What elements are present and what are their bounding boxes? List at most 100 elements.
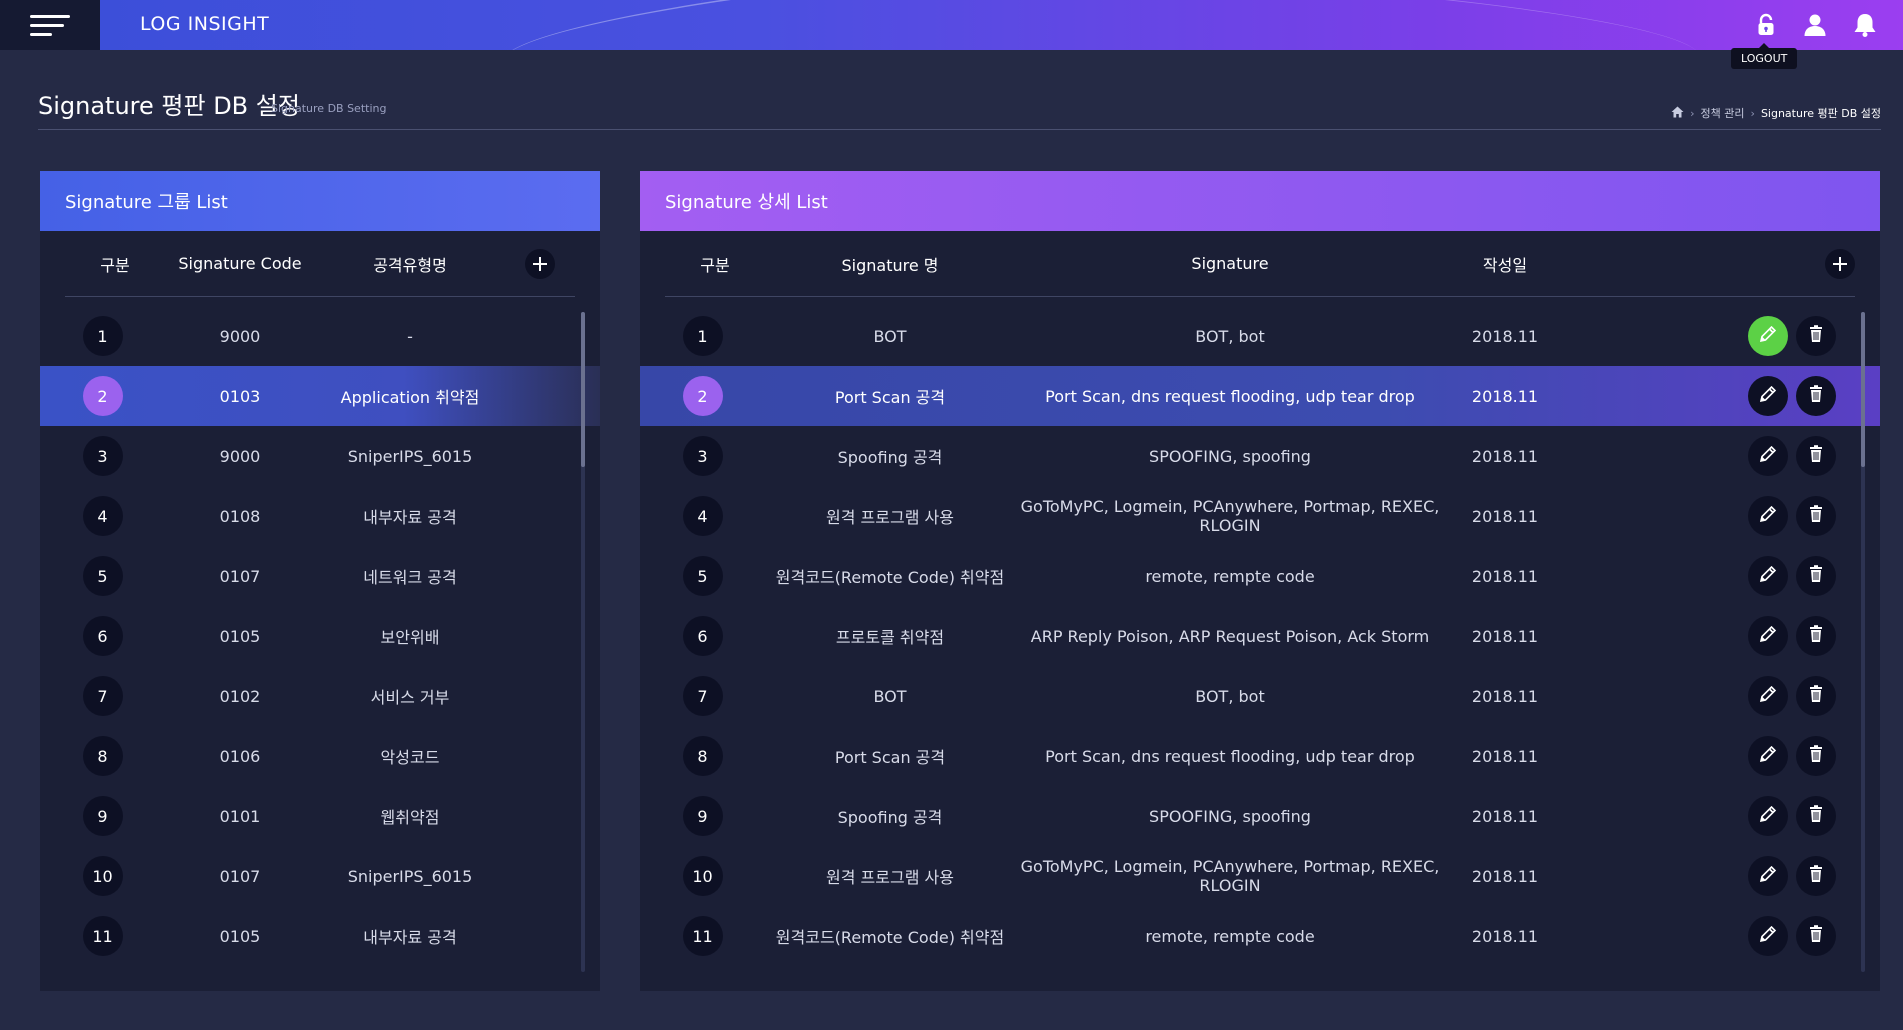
pencil-icon [1758,384,1778,408]
edit-button[interactable] [1748,736,1788,776]
row-number-badge: 9 [682,796,723,836]
created-date-cell: 2018.11 [1471,926,1539,946]
plus-icon [1833,256,1847,271]
delete-button[interactable] [1796,736,1836,776]
row-number-badge: 4 [682,496,723,536]
table-row[interactable]: 3 9000 SniperIPS_6015 [40,426,600,486]
edit-button[interactable] [1748,916,1788,956]
table-row[interactable]: 6 0105 보안위배 [40,606,600,666]
delete-button[interactable] [1796,436,1836,476]
trash-icon [1806,744,1826,768]
scrollbar[interactable] [581,312,585,972]
pencil-icon [1758,564,1778,588]
row-number-badge: 3 [82,436,123,476]
scrollbar-thumb[interactable] [581,312,585,467]
edit-button[interactable] [1748,496,1788,536]
scrollbar[interactable] [1861,312,1865,972]
signature-cell: remote, rempte code [1145,926,1315,946]
column-header: Signature Code [178,254,302,273]
logout-lock-icon[interactable] [1752,11,1780,39]
hamburger-menu-button[interactable] [0,0,100,50]
row-number-badge: 6 [682,616,723,656]
edit-button[interactable] [1748,376,1788,416]
signature-detail-panel: Signature 상세 List 구분 Signature 명 Signatu… [640,171,1880,991]
row-number-badge: 10 [82,856,123,896]
attack-type-cell: SniperIPS_6015 [347,446,473,466]
signature-cell: Port Scan, dns request flooding, udp tea… [1045,386,1415,406]
delete-button[interactable] [1796,916,1836,956]
row-number-badge: 10 [682,856,723,896]
edit-button[interactable] [1748,556,1788,596]
edit-button[interactable] [1748,316,1788,356]
signature-cell: Port Scan, dns request flooding, udp tea… [1045,746,1415,766]
delete-button[interactable] [1796,616,1836,656]
delete-button[interactable] [1796,856,1836,896]
table-row[interactable]: 5 0107 네트워크 공격 [40,546,600,606]
signature-code-cell: 0107 [219,566,261,586]
signature-code-cell: 0105 [219,626,261,646]
delete-button[interactable] [1796,556,1836,596]
table-row[interactable]: 1 9000 - [40,306,600,366]
table-row[interactable]: 7 BOT BOT, bot 2018.11 [640,666,1880,726]
edit-button[interactable] [1748,856,1788,896]
table-row[interactable]: 2 Port Scan 공격 Port Scan, dns request floo… [640,366,1880,426]
attack-type-cell: SniperIPS_6015 [347,866,473,886]
created-date-cell: 2018.11 [1471,386,1539,406]
add-signature-button[interactable] [1825,248,1855,279]
top-bar [0,0,1903,50]
signature-name-cell: Port Scan 공격 [834,748,946,767]
delete-button[interactable] [1796,316,1836,356]
delete-button[interactable] [1796,796,1836,836]
edit-button[interactable] [1748,676,1788,716]
table-row[interactable]: 6 프로토콜 취약점 ARP Reply Poison, ARP Request P… [640,606,1880,666]
table-row[interactable]: 8 Port Scan 공격 Port Scan, dns request floo… [640,726,1880,786]
table-row[interactable]: 1 BOT BOT, bot 2018.11 [640,306,1880,366]
pencil-icon [1758,504,1778,528]
table-row[interactable]: 10 원격 프로그램 사용 GoToMyPC, Logmein, PCAnywher… [640,846,1880,906]
table-row[interactable]: 9 Spoofing 공격 SPOOFING, spoofing 2018.11 [640,786,1880,846]
pencil-icon [1758,624,1778,648]
bell-icon[interactable] [1851,11,1879,39]
table-row[interactable]: 8 0106 악성코드 [40,726,600,786]
table-row[interactable]: 3 Spoofing 공격 SPOOFING, spoofing 2018.11 [640,426,1880,486]
table-row[interactable]: 11 원격코드(Remote Code) 취약점 remote, rempte co… [640,906,1880,966]
breadcrumb: › 정책 관리 › Signature 평판 DB 설정 [1671,105,1881,121]
row-number-badge: 8 [82,736,123,776]
table-row[interactable]: 9 0101 웹취약점 [40,786,600,846]
signature-name-cell: 원격코드(Remote Code) 취약점 [775,928,1005,947]
pencil-icon [1758,324,1778,348]
delete-button[interactable] [1796,496,1836,536]
trash-icon [1806,564,1826,588]
signature-cell: BOT, bot [1195,326,1265,346]
table-row[interactable]: 11 0105 내부자료 공격 [40,906,600,966]
delete-button[interactable] [1796,376,1836,416]
detail-table-body: 1 BOT BOT, bot 2018.11 2 Port Scan 공격 Port Sca… [640,306,1880,966]
created-date-cell: 2018.11 [1471,866,1539,886]
user-icon[interactable] [1801,11,1829,39]
table-row[interactable]: 4 원격 프로그램 사용 GoToMyPC, Logmein, PCAnywhere… [640,486,1880,546]
edit-button[interactable] [1748,436,1788,476]
delete-button[interactable] [1796,676,1836,716]
signature-code-cell: 0107 [219,866,261,886]
signature-name-cell: 원격코드(Remote Code) 취약점 [775,568,1005,587]
breadcrumb-item[interactable]: 정책 관리 [1701,105,1745,121]
attack-type-cell: Application 취약점 [340,388,480,407]
home-icon[interactable] [1671,106,1684,121]
column-header: Signature [1191,254,1269,273]
pencil-icon [1758,444,1778,468]
table-row[interactable]: 7 0102 서비스 거부 [40,666,600,726]
created-date-cell: 2018.11 [1471,626,1539,646]
edit-button[interactable] [1748,796,1788,836]
table-row[interactable]: 5 원격코드(Remote Code) 취약점 remote, rempte cod… [640,546,1880,606]
table-row[interactable]: 10 0107 SniperIPS_6015 [40,846,600,906]
signature-code-cell: 9000 [219,326,261,346]
signature-code-cell: 0105 [219,926,261,946]
edit-button[interactable] [1748,616,1788,656]
trash-icon [1806,684,1826,708]
attack-type-cell: 네트워크 공격 [363,568,457,587]
table-row[interactable]: 2 0103 Application 취약점 [40,366,600,426]
add-group-button[interactable] [525,248,555,279]
attack-type-cell: 내부자료 공격 [363,508,457,527]
scrollbar-thumb[interactable] [1861,312,1865,467]
table-row[interactable]: 4 0108 내부자료 공격 [40,486,600,546]
